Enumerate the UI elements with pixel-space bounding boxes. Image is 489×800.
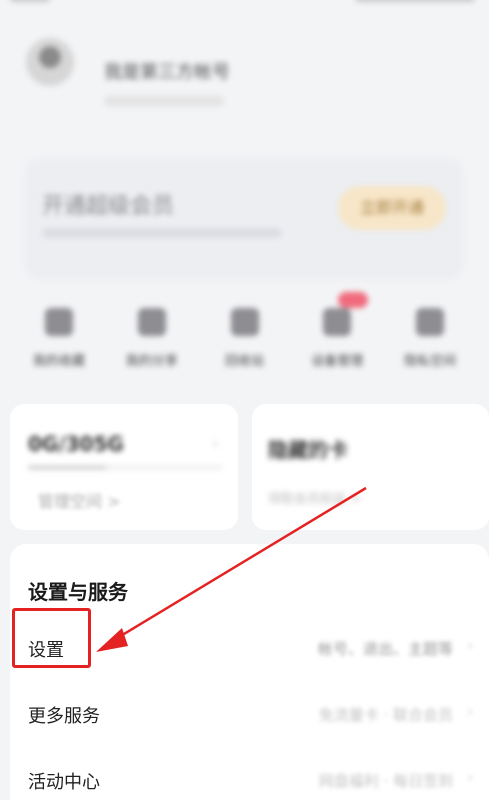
shortcut-devices[interactable]: 设备管理 [294, 292, 380, 378]
benefit-title: 隐藏的卡 [268, 438, 348, 462]
more-services-desc: 免流量卡 · 联合会员 [318, 706, 453, 724]
storage-card[interactable]: 0G/305G › 管理空间 > [10, 404, 238, 530]
storage-value: 0G/305G [28, 432, 124, 456]
storage-progress [28, 466, 222, 469]
highlight-box [12, 608, 91, 668]
shortcut-label: 我的分享 [125, 354, 178, 369]
activity-center-desc: 网盘福利 · 每日签到 [318, 772, 453, 790]
shortcut-label: 隐私空间 [403, 354, 456, 369]
status-time [10, 0, 50, 2]
shortcut-label: 回收站 [224, 354, 264, 369]
chevron-right-icon: › [467, 704, 473, 720]
shortcut-favorites[interactable]: 我的收藏 [16, 298, 102, 378]
benefit-card[interactable]: 隐藏的卡 领取会员权益 > [252, 404, 489, 530]
star-icon [45, 308, 73, 336]
chevron-right-icon: › [467, 770, 473, 786]
manage-space-link[interactable]: 管理空间 > [38, 488, 121, 512]
vip-card[interactable]: 开通超级会员 立即开通 [24, 158, 464, 280]
shortcut-row: 我的收藏 我的分享 回收站 设备管理 隐私空间 [16, 292, 473, 378]
vip-subtitle [42, 228, 282, 238]
share-icon [137, 308, 166, 336]
section-title: 设置与服务 [28, 580, 128, 604]
profile-nickname[interactable]: 我是第三方帐号 [104, 58, 230, 84]
status-bar [0, 0, 489, 8]
shortcut-share[interactable]: 我的分享 [109, 298, 195, 378]
shortcut-recycle[interactable]: 回收站 [202, 298, 288, 378]
settings-service-panel: 设置与服务 设置 帐号、退出、主题等 › 更多服务 免流量卡 · 联合会员 › … [10, 544, 489, 800]
benefit-subtitle: 领取会员权益 > [268, 492, 362, 507]
settings-desc: 帐号、退出、主题等 [317, 640, 453, 658]
trash-icon [230, 308, 259, 336]
lock-box-icon [416, 308, 444, 336]
device-icon [323, 308, 352, 336]
chevron-right-icon: › [212, 436, 218, 452]
activity-center-label: 活动中心 [28, 772, 100, 793]
more-services-label: 更多服务 [28, 706, 100, 727]
more-services-row[interactable]: 更多服务 免流量卡 · 联合会员 › [10, 694, 489, 734]
vip-open-button[interactable]: 立即开通 [338, 186, 446, 230]
shortcut-label: 我的收藏 [32, 354, 85, 369]
vip-title: 开通超级会员 [42, 194, 175, 219]
chevron-right-icon: › [467, 638, 473, 654]
shortcut-private[interactable]: 隐私空间 [387, 298, 473, 378]
avatar[interactable] [26, 38, 74, 86]
new-badge [338, 292, 369, 308]
shortcut-label: 设备管理 [311, 354, 364, 369]
profile-subtitle [104, 96, 224, 106]
activity-center-row[interactable]: 活动中心 网盘福利 · 每日签到 › [10, 760, 489, 800]
status-icons [355, 0, 475, 2]
